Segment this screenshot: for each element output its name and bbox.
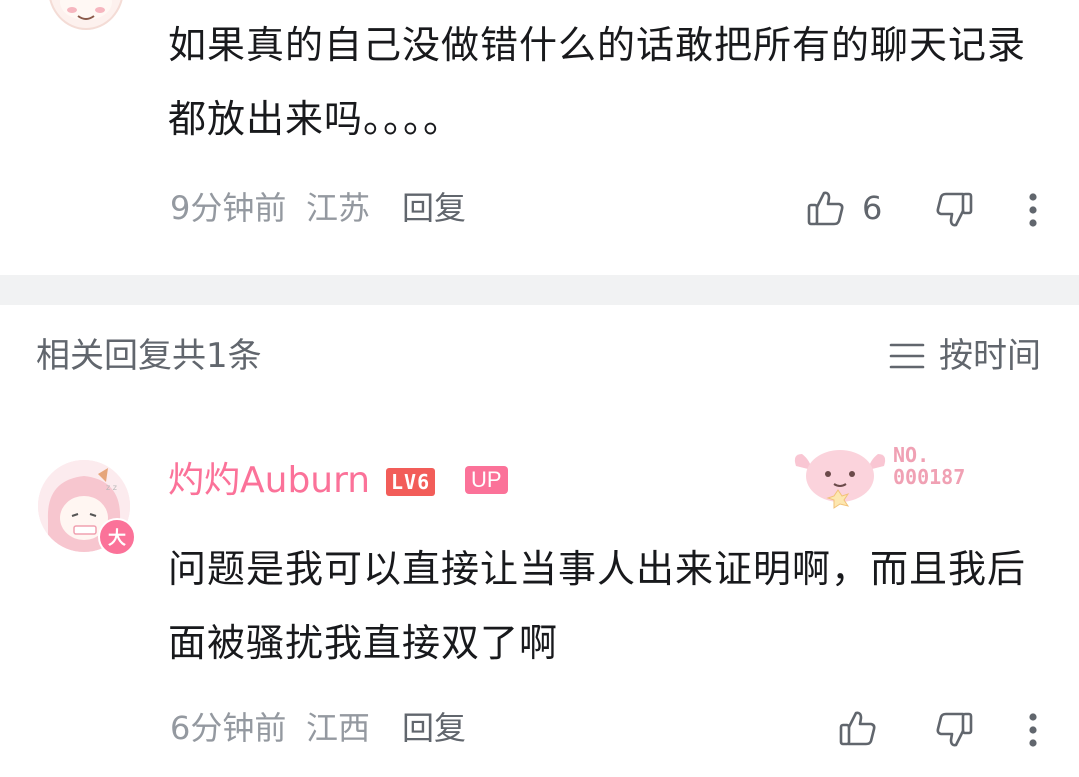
like-count: 6 [862, 189, 883, 227]
avatar[interactable] [48, 0, 124, 30]
fan-number: NO. 000187 [893, 444, 965, 488]
more-vertical-icon [1029, 713, 1037, 747]
more-button[interactable] [1018, 188, 1048, 232]
username[interactable]: 灼灼Auburn [168, 458, 370, 504]
thumbs-down-icon [936, 712, 973, 747]
fan-number-value: 000187 [893, 465, 966, 489]
comment-time: 6分钟前 [170, 709, 287, 747]
like-button[interactable] [836, 706, 880, 750]
comment-time: 9分钟前 [170, 189, 287, 227]
fan-medal-icon [790, 440, 890, 512]
thumbs-up-icon [807, 191, 844, 226]
dislike-button[interactable] [932, 708, 976, 752]
dislike-button[interactable] [932, 188, 976, 232]
thumbs-down-icon [936, 192, 973, 227]
level-badge: LV6 [386, 468, 436, 496]
comment-text: 问题是我可以直接让当事人出来证明啊，而且我后面被骚扰我直接双了啊 [168, 547, 1027, 665]
reply-button[interactable]: 回复 [402, 188, 466, 228]
comment-location: 江苏 [306, 189, 371, 227]
up-badge: UP [465, 466, 508, 494]
section-divider [0, 275, 1079, 305]
comment-location: 江西 [306, 709, 371, 747]
sort-lines-icon [889, 343, 925, 369]
thumbs-up-icon [839, 711, 876, 746]
sort-button[interactable]: 按时间 [889, 336, 1041, 376]
comment-text: 如果真的自己没做错什么的话敢把所有的聊天记录都放出来吗。。。。 [168, 23, 1027, 141]
more-vertical-icon [1029, 193, 1037, 227]
fan-number-label: NO. [893, 443, 930, 467]
reply-button[interactable]: 回复 [402, 708, 466, 748]
avatar-badge: 大 [98, 518, 136, 556]
sort-label: 按时间 [939, 336, 1041, 376]
more-button[interactable] [1018, 708, 1048, 752]
related-replies-header: 相关回复共1条 [36, 336, 262, 376]
svg-text:z z: z z [106, 483, 117, 492]
like-button[interactable] [804, 186, 848, 230]
